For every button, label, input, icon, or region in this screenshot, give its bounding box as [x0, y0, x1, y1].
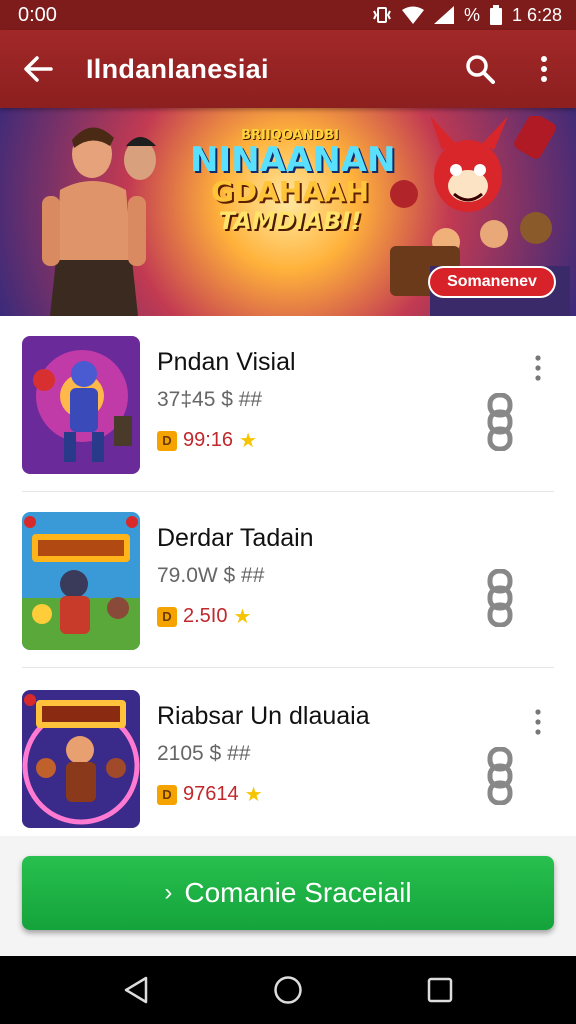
game-thumbnail	[22, 512, 140, 650]
item-meta: 2105 $ ##	[157, 742, 251, 765]
item-meta: 79.0W $ ##	[157, 564, 265, 587]
page-title: Ilndanlanesiai	[86, 53, 269, 84]
item-meta: 37‡45 $ ##	[157, 388, 263, 411]
item-more-button[interactable]	[522, 704, 554, 740]
rating-value: 2.5I0	[183, 605, 228, 627]
system-nav-bar	[0, 956, 576, 1024]
banner-logo-line-2: NINAANAN	[190, 140, 396, 180]
banner-logo: BRIIQOANDBI NINAANAN GDAHAAH TAMDIABI!	[190, 128, 396, 235]
list-item[interactable]: Riabsar Un dlauaia 2105 $ ## D 97614 ★	[0, 670, 576, 836]
banner-logo-line-3: GDAHAAH	[210, 175, 370, 208]
nav-home-button[interactable]	[258, 956, 318, 1024]
item-name: Derdar Tadain	[157, 524, 314, 552]
search-button[interactable]	[448, 30, 512, 108]
list-item[interactable]: Pndan Visial 37‡45 $ ## D 99:16 ★	[0, 316, 576, 492]
more-vert-icon	[535, 355, 541, 381]
chain-link-icon	[487, 569, 513, 627]
chain-link-icon	[487, 393, 513, 451]
signal-icon	[433, 6, 454, 24]
item-name: Riabsar Un dlauaia	[157, 702, 370, 730]
rating-value: 99:16	[183, 429, 234, 451]
item-name: Pndan Visial	[157, 348, 296, 376]
coin-icon: D	[157, 606, 177, 627]
more-options-button[interactable]	[512, 30, 576, 108]
nav-recents-button[interactable]	[410, 956, 470, 1024]
chevron-right-icon: ›	[164, 879, 173, 906]
item-rating: D 97614 ★	[157, 782, 263, 807]
status-time: 0:00	[18, 3, 57, 26]
search-icon	[466, 55, 495, 84]
game-thumbnail	[22, 336, 140, 474]
item-more-button[interactable]	[522, 350, 554, 386]
more-vert-icon	[535, 709, 541, 735]
primary-action-button[interactable]: › Comanie Sraceiail	[22, 856, 554, 930]
item-rating: D 99:16 ★	[157, 428, 257, 453]
star-icon: ★	[239, 430, 257, 452]
list-divider	[22, 667, 554, 668]
more-vert-icon	[541, 56, 547, 82]
vibrate-icon	[372, 6, 392, 24]
app-list: Pndan Visial 37‡45 $ ## D 99:16 ★ Derdar…	[0, 316, 576, 836]
primary-action-label: Comanie Sraceiail	[184, 877, 412, 908]
back-arrow-icon	[24, 56, 53, 82]
status-icons: % 1 6:28	[372, 5, 562, 26]
nav-recents-icon	[427, 977, 453, 1003]
star-icon: ★	[233, 606, 252, 628]
item-link-button[interactable]	[482, 390, 518, 454]
item-rating: D 2.5I0 ★	[157, 604, 251, 629]
item-link-button[interactable]	[482, 744, 518, 808]
battery-icon	[489, 5, 502, 25]
coin-icon: D	[157, 784, 177, 805]
nav-back-icon	[124, 976, 148, 1004]
hero-character-illustration	[42, 127, 156, 316]
status-clock: 1 6:28	[511, 4, 562, 25]
rating-value: 97614	[183, 783, 239, 805]
wifi-icon	[401, 6, 424, 24]
back-button[interactable]	[0, 30, 76, 108]
status-bar: 0:00 % 1 6:28	[0, 0, 576, 30]
item-link-button[interactable]	[482, 566, 518, 630]
coin-icon: D	[157, 430, 177, 451]
star-icon: ★	[244, 784, 263, 806]
promo-banner[interactable]: BRIIQOANDBI NINAANAN GDAHAAH TAMDIABI! S…	[0, 108, 576, 316]
chain-link-icon	[487, 747, 513, 805]
banner-badge[interactable]: Somanenev	[428, 266, 556, 298]
app-bar: Ilndanlanesiai	[0, 30, 576, 108]
battery-percent: %	[463, 4, 480, 25]
nav-back-button[interactable]	[106, 956, 166, 1024]
banner-logo-line-4: TAMDIABI!	[218, 207, 362, 235]
nav-home-icon	[274, 976, 302, 1004]
list-item[interactable]: Derdar Tadain 79.0W $ ## D 2.5I0 ★	[0, 492, 576, 668]
game-thumbnail	[22, 690, 140, 828]
